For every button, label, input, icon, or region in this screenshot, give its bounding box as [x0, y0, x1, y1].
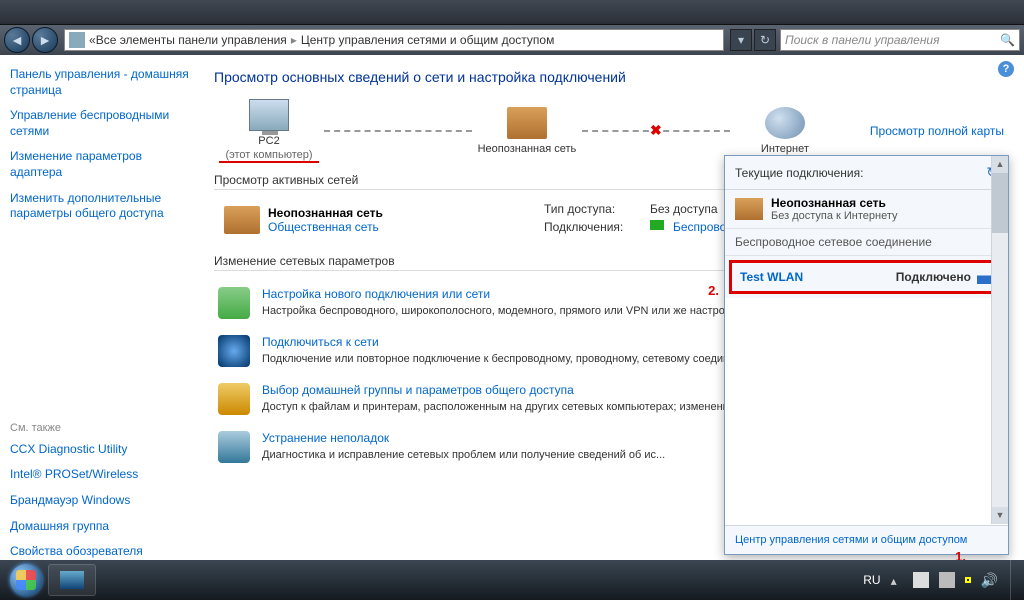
connect-network-icon	[218, 335, 250, 367]
bench-icon	[507, 107, 547, 139]
pc-sub: (этот компьютер)	[219, 149, 318, 163]
troubleshoot-icon	[218, 431, 250, 463]
unknown-net-label: Неопознанная сеть	[472, 143, 582, 155]
active-net-type[interactable]: Общественная сеть	[268, 220, 383, 234]
control-panel-icon	[69, 32, 85, 48]
map-connection-broken	[582, 130, 730, 132]
taskbar-app-button[interactable]	[48, 564, 96, 596]
help-icon[interactable]: ?	[998, 61, 1014, 77]
internet-label: Интернет	[730, 143, 840, 155]
annotation-2: 2.	[708, 283, 719, 298]
seealso-link-browser[interactable]: Свойства обозревателя	[10, 544, 190, 560]
flyout-section-header[interactable]: Беспроводное сетевое соединение ▴	[725, 229, 1008, 256]
wlan-status: Подключено	[896, 270, 971, 284]
action-center-icon[interactable]	[913, 572, 929, 588]
map-node-unknown[interactable]: Неопознанная сеть	[472, 107, 582, 155]
active-networks-label: Просмотр активных сетей	[214, 173, 358, 187]
breadcrumb-separator: ▸	[291, 33, 297, 47]
pc-name: PC2	[214, 135, 324, 147]
computer-icon	[249, 99, 289, 131]
flyout-section-label: Беспроводное сетевое соединение	[735, 235, 932, 249]
change-settings-label: Изменение сетевых параметров	[214, 254, 395, 268]
power-icon[interactable]	[939, 572, 955, 588]
dropdown-button[interactable]: ▾	[730, 29, 752, 51]
full-map-link[interactable]: Просмотр полной карты	[870, 124, 1004, 138]
map-connection-1	[324, 130, 472, 132]
flyout-header: Текущие подключения: ↻	[725, 156, 1008, 190]
flyout-net-status: Без доступа к Интернету	[771, 210, 898, 222]
flyout-net-name: Неопознанная сеть	[771, 196, 898, 210]
map-node-pc[interactable]: PC2 (этот компьютер)	[214, 99, 324, 163]
back-button[interactable]: ◄	[4, 27, 30, 53]
language-indicator[interactable]: RU	[863, 573, 880, 587]
breadcrumb-current[interactable]: Центр управления сетями и общим доступом	[301, 33, 555, 47]
bench-icon	[735, 198, 763, 220]
scroll-down-arrow[interactable]: ▼	[992, 507, 1008, 524]
sidebar: Панель управления - домашняя страница Уп…	[0, 55, 200, 560]
sidebar-link-adapter[interactable]: Изменение параметров адаптера	[10, 149, 190, 180]
sidebar-link-sharing[interactable]: Изменить дополнительные параметры общего…	[10, 191, 190, 222]
flyout-scrollbar[interactable]: ▲ ▼	[991, 156, 1008, 524]
flyout-header-label: Текущие подключения:	[735, 166, 863, 180]
start-orb-icon	[10, 564, 42, 596]
sidebar-link-wireless[interactable]: Управление беспроводными сетями	[10, 108, 190, 139]
app-icon	[60, 571, 84, 589]
network-map: PC2 (этот компьютер) Неопознанная сеть И…	[214, 99, 1004, 163]
search-input[interactable]: Поиск в панели управления 🔍	[780, 29, 1020, 51]
seealso-link-firewall[interactable]: Брандмауэр Windows	[10, 493, 190, 509]
system-tray: RU ▴ 🔊	[863, 572, 1004, 589]
start-button[interactable]	[6, 560, 46, 600]
breadcrumb-root[interactable]: Все элементы панели управления	[96, 33, 287, 47]
network-flyout: Текущие подключения: ↻ Неопознанная сеть…	[724, 155, 1009, 555]
window-titlebar	[0, 0, 1024, 25]
task-desc: Диагностика и исправление сетевых пробле…	[262, 448, 665, 463]
taskbar: RU ▴ 🔊	[0, 560, 1024, 600]
sidebar-home-link[interactable]: Панель управления - домашняя страница	[10, 67, 190, 98]
breadcrumb-prefix: «	[89, 33, 96, 47]
forward-button[interactable]: ►	[32, 27, 58, 53]
seealso-link-ccx[interactable]: CCX Diagnostic Utility	[10, 442, 190, 458]
active-net-name: Неопознанная сеть	[268, 206, 383, 220]
flyout-wlan-item[interactable]: Test WLAN Подключено	[729, 260, 1004, 294]
map-node-internet[interactable]: Интернет	[730, 107, 840, 155]
tray-chevron-up-icon[interactable]: ▴	[891, 574, 903, 586]
scroll-thumb[interactable]	[992, 173, 1008, 233]
volume-icon[interactable]: 🔊	[981, 572, 998, 589]
access-value: Без доступа	[650, 202, 718, 216]
flyout-current-net: Неопознанная сеть Без доступа к Интернет…	[725, 190, 1008, 229]
signal-icon	[650, 220, 664, 230]
explorer-navbar: ◄ ► « Все элементы панели управления ▸ Ц…	[0, 25, 1024, 55]
task-link[interactable]: Устранение неполадок	[262, 431, 665, 445]
globe-icon	[765, 107, 805, 139]
search-icon: 🔍	[1000, 33, 1015, 47]
scroll-up-arrow[interactable]: ▲	[992, 156, 1008, 173]
wlan-name: Test WLAN	[740, 270, 803, 284]
page-heading: Просмотр основных сведений о сети и наст…	[214, 69, 1004, 85]
access-label: Тип доступа:	[544, 202, 644, 216]
refresh-button[interactable]: ↻	[754, 29, 776, 51]
new-connection-icon	[218, 287, 250, 319]
conn-label: Подключения:	[544, 220, 644, 234]
homegroup-icon	[218, 383, 250, 415]
seealso-link-intel[interactable]: Intel® PROSet/Wireless	[10, 467, 190, 483]
flyout-body	[725, 298, 1008, 525]
see-also-label: См. также	[10, 422, 190, 434]
show-desktop-button[interactable]	[1010, 560, 1018, 600]
network-tray-icon[interactable]	[965, 577, 971, 583]
bench-icon	[224, 206, 260, 234]
search-placeholder: Поиск в панели управления	[785, 33, 940, 47]
seealso-link-homegroup[interactable]: Домашняя группа	[10, 519, 190, 535]
address-bar[interactable]: « Все элементы панели управления ▸ Центр…	[64, 29, 724, 51]
